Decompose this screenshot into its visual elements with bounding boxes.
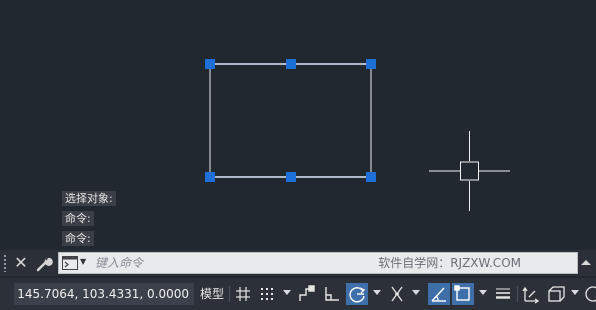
chevron-down-icon[interactable]: ▼	[80, 257, 86, 266]
command-line-bar: ✕ ▼ 键入命令 软件自学网：RJZXW.COM	[0, 250, 596, 276]
object-snap-button[interactable]	[452, 283, 474, 305]
isodraft-button[interactable]	[386, 283, 408, 305]
object-snap-tracking-button[interactable]	[428, 283, 450, 305]
3d-osnap-dropdown-icon[interactable]	[571, 290, 579, 295]
workspace-icon	[585, 286, 596, 302]
polar-tracking-button[interactable]	[346, 283, 368, 305]
polar-tracking-icon	[349, 287, 366, 303]
lineweight-icon	[496, 288, 510, 299]
grip-top-right[interactable]	[366, 59, 376, 69]
snap-button[interactable]	[256, 283, 278, 305]
wrench-icon[interactable]	[34, 253, 54, 273]
history-line-2: 命令:	[62, 211, 94, 226]
command-input[interactable]: ▼ 键入命令 软件自学网：RJZXW.COM	[58, 252, 578, 274]
selected-rectangle[interactable]	[205, 59, 376, 182]
status-bar: 145.7064, 103.4331, 0.0000 模型	[0, 278, 596, 310]
separator	[229, 286, 230, 302]
close-icon[interactable]: ✕	[13, 252, 29, 274]
command-prompt-icon[interactable]	[62, 256, 78, 270]
isodraft-dropdown-icon[interactable]	[412, 290, 420, 295]
selection-cycling-button[interactable]	[520, 283, 542, 305]
grid-button[interactable]	[232, 283, 254, 305]
history-line-1: 选择对象:	[62, 191, 116, 206]
snap-dropdown-icon[interactable]	[283, 290, 291, 295]
snap-mode-icon	[261, 288, 273, 300]
grip-bottom-mid[interactable]	[286, 172, 296, 182]
watermark-text: 软件自学网：RJZXW.COM	[378, 256, 521, 270]
ortho-button[interactable]	[321, 283, 343, 305]
3d-osnap-icon	[548, 286, 565, 302]
lineweight-button[interactable]	[492, 283, 514, 305]
grip-top-mid[interactable]	[286, 59, 296, 69]
polar-dropdown-icon[interactable]	[373, 290, 381, 295]
command-placeholder: 键入命令	[95, 256, 144, 270]
3d-osnap-button[interactable]	[545, 283, 567, 305]
selection-cycling-icon	[522, 286, 540, 304]
separator	[517, 286, 518, 302]
grip-top-left[interactable]	[205, 59, 215, 69]
grid-icon	[236, 287, 250, 301]
model-space-button[interactable]: 模型	[200, 283, 224, 305]
drag-grip-icon[interactable]	[3, 254, 7, 272]
grip-bottom-right[interactable]	[366, 172, 376, 182]
osnap-dropdown-icon[interactable]	[479, 290, 487, 295]
history-line-3: 命令:	[62, 231, 94, 246]
infer-constraints-button[interactable]	[296, 283, 318, 305]
workspace-button[interactable]	[583, 283, 596, 305]
isometric-drafting-icon	[391, 286, 403, 302]
object-snap-tracking-icon	[431, 287, 446, 302]
grip-bottom-left[interactable]	[205, 172, 215, 182]
ortho-mode-icon	[325, 287, 339, 301]
crosshair-cursor-icon	[429, 131, 510, 211]
object-snap-icon	[454, 285, 470, 301]
scroll-up-icon[interactable]	[580, 256, 592, 270]
coordinates-readout[interactable]: 145.7064, 103.4331, 0.0000	[14, 283, 194, 305]
infer-constraints-icon	[299, 285, 315, 301]
